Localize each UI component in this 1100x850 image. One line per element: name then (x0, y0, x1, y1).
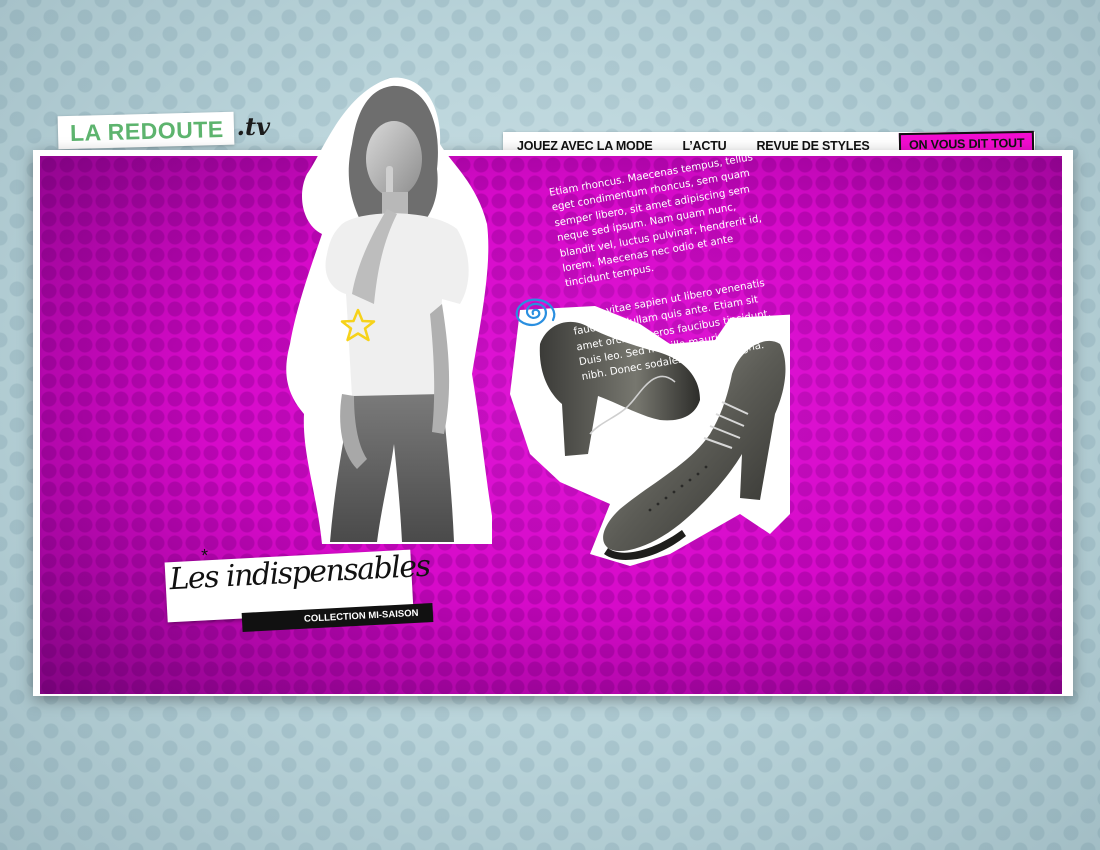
logo-text: LA REDOUTE (69, 115, 224, 146)
copy-paragraph-2: Donec vitae sapien ut libero venenatis f… (570, 277, 772, 384)
feature-copy: Etiam rhoncus. Maecenas tempus, tellus e… (548, 150, 793, 404)
logo-tv-suffix: .tv (236, 112, 271, 141)
star-doodle-icon (340, 308, 376, 342)
spiral-doodle-icon (515, 298, 556, 326)
logo-box: LA REDOUTE (57, 111, 235, 150)
model-photo (286, 77, 492, 544)
site-logo[interactable]: LA REDOUTE .tv (57, 111, 271, 150)
